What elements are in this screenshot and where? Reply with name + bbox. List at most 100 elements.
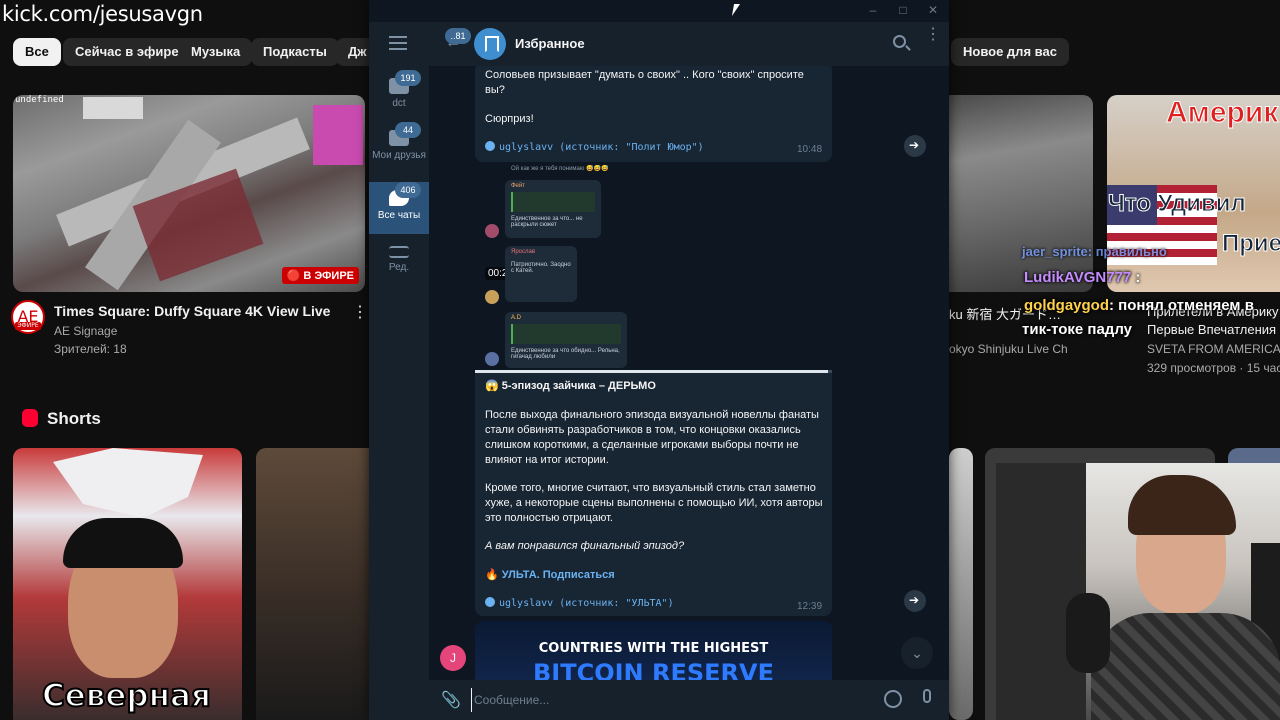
subscribe-link[interactable]: 🔥 УЛЬТА. Подписаться bbox=[485, 568, 615, 581]
thumb-detail bbox=[83, 97, 143, 119]
mini-quote bbox=[511, 324, 621, 344]
message-bubble[interactable]: Соловьев призывает "думать о своих" .. К… bbox=[475, 66, 832, 162]
video-channel[interactable]: AE Signage bbox=[54, 324, 117, 338]
chip-new-for-you[interactable]: Новое для вас bbox=[951, 38, 1069, 66]
thumb-text-bot: Прие bbox=[1221, 230, 1280, 258]
mini-text: Патриотично. Заодно с Катей. bbox=[511, 262, 571, 274]
folder-all-chats[interactable]: 406 Все чаты bbox=[369, 182, 429, 234]
user-icon bbox=[485, 141, 495, 151]
chat-text: тик-токе падлу bbox=[1022, 321, 1132, 338]
paperclip-icon[interactable]: 📎 bbox=[441, 690, 461, 710]
minimize-icon[interactable]: – bbox=[867, 4, 879, 16]
video-channel-america[interactable]: SVETA FROM AMERICA bbox=[1147, 342, 1280, 356]
microphone-icon[interactable] bbox=[923, 689, 931, 703]
video-viewers: Зрителей: 18 bbox=[54, 342, 127, 356]
user-avatar bbox=[485, 352, 499, 366]
chip-live[interactable]: Сейчас в эфире bbox=[63, 38, 191, 66]
message-bubble[interactable]: 😱 5-эпизод зайчика – ДЕРЬМО После выхода… bbox=[475, 373, 832, 616]
chat-user: LudikAVGN777 bbox=[1024, 269, 1132, 286]
chat-text: : правильно bbox=[1087, 244, 1167, 259]
folder-friends[interactable]: 44 Мои друзья bbox=[369, 122, 429, 174]
emoji-icon[interactable] bbox=[884, 690, 902, 708]
thumb-detail bbox=[63, 518, 183, 568]
microphone-image bbox=[1066, 593, 1110, 673]
chat-title[interactable]: Избранное bbox=[515, 36, 585, 51]
maximize-icon[interactable]: □ bbox=[897, 4, 909, 16]
chip-podcasts[interactable]: Подкасты bbox=[251, 38, 339, 66]
image-text: COUNTRIES WITH THE HIGHEST bbox=[538, 641, 769, 656]
post-title: 😱 5-эпизод зайчика – ДЕРЬМО bbox=[485, 380, 656, 392]
mini-name: Ой как же я тебя понимаю 😅😅😅 bbox=[511, 166, 609, 172]
mini-quote bbox=[511, 192, 595, 212]
video-thumbnail-times-square[interactable]: undefined 🔴 В ЭФИРЕ bbox=[13, 95, 365, 292]
channel-avatar[interactable]: AE ЭФИРЕ bbox=[11, 300, 45, 334]
signature-text: uglyslavv (источник: "УЛЬТА") bbox=[499, 598, 674, 609]
forward-icon[interactable] bbox=[904, 135, 926, 157]
forward-icon[interactable] bbox=[904, 590, 926, 612]
telegram-window: – □ ✕ 191 dct 44 Мои друзья 406 Все чаты… bbox=[369, 0, 949, 720]
sliders-icon bbox=[389, 246, 409, 258]
stream-chat-line: LudikAVGN777 : bbox=[1024, 269, 1140, 286]
chip-music[interactable]: Музыка bbox=[179, 38, 253, 66]
folder-badge: 406 bbox=[395, 182, 421, 198]
webcam-detail bbox=[1128, 475, 1236, 535]
message-composer: 📎 bbox=[429, 680, 949, 720]
short-caption: Северная bbox=[41, 677, 212, 715]
more-options-icon[interactable]: ⋮ bbox=[352, 302, 368, 322]
folders-sidebar: 191 dct 44 Мои друзья 406 Все чаты Ред. bbox=[369, 22, 429, 720]
message-text: вы? bbox=[485, 84, 505, 96]
video-thumbnail-shinjuku[interactable] bbox=[949, 95, 1093, 292]
bookmark-icon[interactable] bbox=[474, 28, 506, 60]
mini-text: Единственное за что... не раскрыли сюжет bbox=[511, 216, 583, 228]
close-icon[interactable]: ✕ bbox=[927, 4, 939, 16]
image-message[interactable]: COUNTRIES WITH THE HIGHEST BITCOIN RESER… bbox=[475, 621, 832, 680]
short-thumbnail[interactable] bbox=[949, 448, 973, 720]
folder-label: dct bbox=[392, 98, 406, 109]
video-title[interactable]: Times Square: Duffy Square 4K View Live bbox=[54, 303, 330, 319]
folder-edit[interactable]: Ред. bbox=[369, 234, 429, 286]
chat-header: ← ..81 Избранное ⋮ bbox=[429, 22, 949, 66]
stream-chat-line: тик-токе падлу bbox=[1022, 321, 1132, 338]
more-vert-icon[interactable]: ⋮ bbox=[925, 27, 941, 52]
scroll-down-icon[interactable]: ⌄ bbox=[901, 637, 933, 669]
forward-signature: uglyslavv (источник: "Полит Юмор") bbox=[485, 141, 704, 153]
messages-area[interactable]: Соловьев призывает "думать о своих" .. К… bbox=[429, 66, 949, 680]
stream-url-overlay: kick.com/jesusavgn bbox=[2, 2, 203, 26]
folder-dct[interactable]: 191 dct bbox=[369, 70, 429, 122]
thumb-text-top: Америк bbox=[1165, 96, 1279, 130]
webcam-detail bbox=[1091, 613, 1280, 720]
stream-chat-line: jaer_sprite: правильно bbox=[1022, 244, 1167, 259]
channel-avatar-sub: ЭФИРЕ bbox=[15, 322, 41, 330]
window-titlebar[interactable]: – □ ✕ bbox=[369, 0, 949, 22]
video-channel-shinjuku[interactable]: okyo Shinjuku Live Ch bbox=[949, 342, 1068, 356]
folder-badge: 44 bbox=[395, 122, 421, 138]
folder-label: Ред. bbox=[388, 262, 410, 273]
message-text: Кроме того, многие считают, что визуальн… bbox=[485, 482, 823, 524]
folder-label: Мои друзья bbox=[372, 150, 426, 161]
thumb-detail bbox=[53, 448, 203, 518]
search-icon[interactable] bbox=[893, 35, 906, 48]
user-icon bbox=[485, 597, 495, 607]
chat-text: : bbox=[1131, 269, 1141, 286]
message-text: Сюрприз! bbox=[485, 113, 534, 125]
thumb-detail bbox=[313, 105, 363, 165]
short-thumbnail[interactable] bbox=[256, 448, 370, 720]
video-stats-america: 329 просмотров · 15 час bbox=[1147, 361, 1280, 375]
video-title-america-2[interactable]: Первые Впечатления bbox=[1147, 322, 1276, 337]
message-input[interactable] bbox=[471, 688, 871, 712]
chat-text: : понял отменяем в bbox=[1109, 297, 1254, 314]
mini-chat-msg: A.D Единственное за что обидно... Рельна… bbox=[505, 312, 627, 368]
hamburger-menu-icon[interactable] bbox=[389, 36, 407, 50]
image-text: BITCOIN RESERVE bbox=[533, 659, 774, 680]
mini-name: Ярослав bbox=[511, 249, 536, 255]
streamer-webcam bbox=[996, 463, 1280, 720]
video-message[interactable]: 00:26🔇 Ой как же я тебя понимаю 😅😅😅 Фейт… bbox=[475, 162, 832, 370]
sender-avatar[interactable]: J bbox=[440, 645, 466, 671]
mini-text: Единственное за что обидно... Рельна, ги… bbox=[511, 348, 620, 360]
chat-user: goldgaygod bbox=[1024, 297, 1109, 314]
chip-all[interactable]: Все bbox=[13, 38, 61, 66]
mini-name: Фейт bbox=[511, 183, 525, 189]
folder-label: Все чаты bbox=[377, 210, 421, 221]
shorts-section-title: Shorts bbox=[47, 409, 101, 428]
user-avatar bbox=[485, 224, 499, 238]
